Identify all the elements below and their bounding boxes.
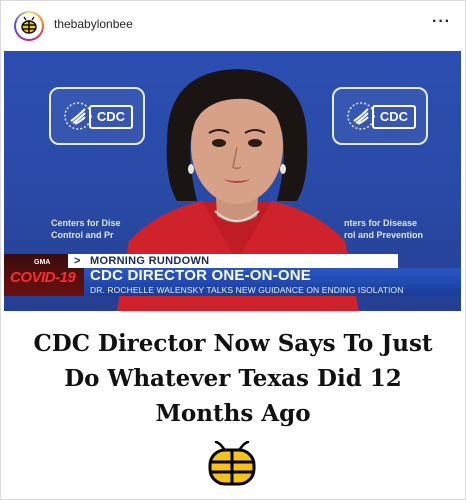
bee-logo-icon bbox=[21, 16, 37, 34]
lower-third-headline: CDC DIRECTOR ONE-ON-ONE bbox=[90, 267, 311, 284]
covid-label: COVID-19 bbox=[10, 269, 76, 286]
article-headline: CDC Director Now Says To Just Do Whateve… bbox=[33, 330, 433, 427]
more-horizontal-icon[interactable]: ··· bbox=[432, 13, 451, 31]
segment-label: MORNING RUNDOWN bbox=[90, 255, 210, 267]
lower-third-subheadline: DR. ROCHELLE WALENSKY TALKS NEW GUIDANCE… bbox=[90, 285, 404, 295]
segment-bar: MORNING RUNDOWN bbox=[68, 254, 398, 268]
post-image[interactable]: CDC CDC Centers for Dise Control and Pr … bbox=[4, 51, 461, 311]
instagram-post: thebabylonbee ··· CDC CDC Centers for Di… bbox=[0, 0, 466, 500]
username-link[interactable]: thebabylonbee bbox=[54, 17, 133, 31]
avatar-image bbox=[16, 13, 42, 39]
post-header: thebabylonbee ··· bbox=[1, 1, 465, 51]
headline-bar: CDC DIRECTOR ONE-ON-ONE DR. ROCHELLE WAL… bbox=[84, 267, 461, 296]
network-logo: GMA bbox=[34, 259, 51, 266]
avatar[interactable] bbox=[14, 11, 44, 41]
chevron-right-icon: > bbox=[74, 255, 81, 267]
cdc-logo-text: CDC bbox=[372, 105, 416, 129]
babylon-bee-logo-icon bbox=[208, 441, 256, 486]
